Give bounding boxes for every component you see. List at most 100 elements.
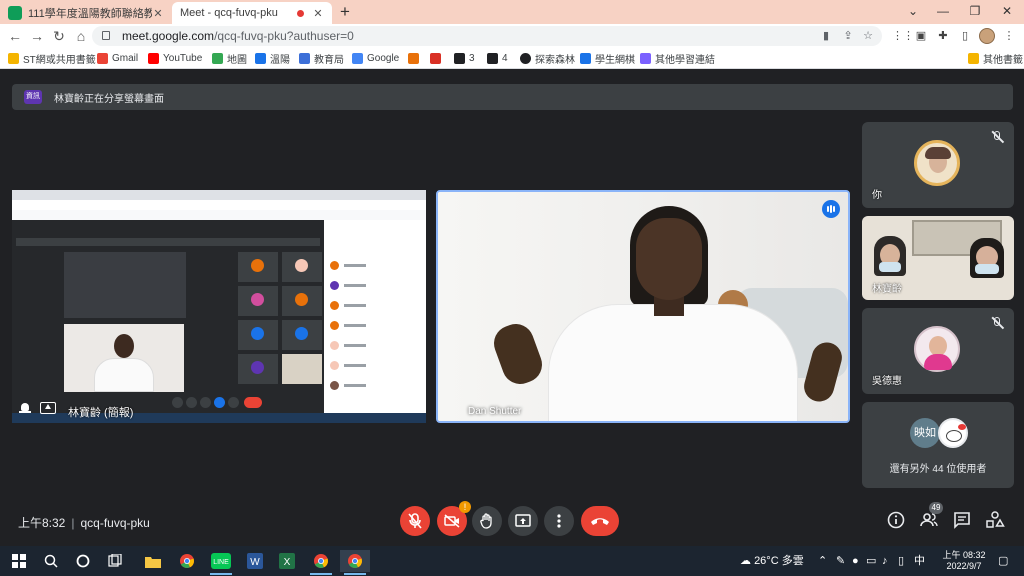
- gmail-icon: [97, 53, 108, 64]
- shared-screen-tile[interactable]: [12, 190, 426, 423]
- others-tile[interactable]: 映如 還有另外 44 位使用者: [862, 402, 1014, 488]
- bookmark-item[interactable]: 4: [487, 51, 508, 66]
- leave-call-button[interactable]: [581, 506, 619, 536]
- more-options-button[interactable]: [544, 506, 574, 536]
- battery-icon[interactable]: ▯: [898, 546, 904, 576]
- other-bookmarks[interactable]: 其他書籤: [968, 51, 1023, 66]
- avatar: [914, 326, 960, 372]
- raise-hand-button[interactable]: [472, 506, 502, 536]
- active-speaker-tile[interactable]: Dan Shutter: [436, 190, 850, 423]
- pin-icon[interactable]: [18, 403, 32, 415]
- extension-icon[interactable]: ▣: [914, 29, 928, 43]
- meeting-time: 上午8:32: [18, 516, 66, 530]
- mic-off-icon: [408, 513, 422, 529]
- task-view-icon[interactable]: [100, 550, 130, 572]
- sidepanel-icon[interactable]: ▯: [958, 29, 972, 43]
- network-icon[interactable]: ▭: [866, 546, 876, 576]
- search-icon[interactable]: [36, 550, 66, 572]
- chrome-icon[interactable]: [340, 550, 370, 575]
- forward-arrow-icon[interactable]: →: [26, 24, 48, 48]
- close-icon[interactable]: ✕: [312, 7, 324, 20]
- present-now-button[interactable]: [508, 506, 538, 536]
- shared-nested-screen: [64, 252, 186, 318]
- star-icon[interactable]: ☆: [862, 30, 874, 42]
- mic-icon[interactable]: ●: [852, 546, 859, 576]
- bookmark-item[interactable]: [408, 51, 423, 66]
- grid-cell: [238, 320, 278, 350]
- notification-icon[interactable]: ▢: [998, 546, 1008, 576]
- excel-icon[interactable]: X: [272, 550, 302, 572]
- grid-cell: [282, 252, 322, 282]
- bookmark-item[interactable]: 教育局: [299, 51, 344, 66]
- bookmark-item[interactable]: ST網或共用書籤: [8, 51, 96, 66]
- face: [114, 334, 134, 358]
- bookmark-item[interactable]: 溫陽: [255, 51, 290, 66]
- browser-toolbar: ← → ↻ ⌂ meet.google.com/qcq-fuvq-pku?aut…: [0, 24, 1024, 48]
- camera-icon[interactable]: ▮: [820, 30, 832, 42]
- activities-icon[interactable]: [985, 510, 1005, 530]
- cortana-icon[interactable]: [68, 550, 98, 572]
- pen-icon[interactable]: ✎: [836, 546, 845, 576]
- bookmark-item[interactable]: [430, 51, 445, 66]
- svg-text:LINE: LINE: [213, 559, 229, 566]
- grid-cell: [282, 286, 322, 316]
- chrome-icon[interactable]: [306, 550, 336, 575]
- share-icon[interactable]: ⇪: [842, 30, 854, 42]
- browser-tab-classroom[interactable]: 111學年度溫陽教師聯絡教室 ✕: [0, 2, 172, 24]
- panel-row: [330, 340, 420, 352]
- camera-toggle-button[interactable]: !: [437, 501, 471, 536]
- reload-icon[interactable]: ↻: [48, 24, 70, 48]
- windows-start-icon[interactable]: [4, 550, 34, 572]
- close-window-button[interactable]: ✕: [990, 0, 1024, 24]
- mic-off-icon: [990, 316, 1005, 330]
- home-icon[interactable]: ⌂: [70, 24, 92, 48]
- info-icon[interactable]: [886, 510, 906, 530]
- weather-widget[interactable]: ☁ 26°C 多雲: [740, 546, 804, 576]
- menu-dots-icon[interactable]: ⋮: [1002, 29, 1016, 43]
- avatar: [295, 293, 308, 306]
- new-tab-button[interactable]: +: [340, 2, 350, 22]
- participant-tile[interactable]: 吳德惠: [862, 308, 1014, 394]
- chat-icon[interactable]: [952, 510, 972, 530]
- minimize-button[interactable]: —: [926, 0, 960, 24]
- bookmark-item[interactable]: Google: [352, 51, 399, 66]
- browser-tab-meet[interactable]: Meet - qcq-fuvq-pku ✕: [172, 2, 332, 86]
- volume-icon[interactable]: ♪: [882, 546, 888, 576]
- puzzle-icon[interactable]: ✚: [936, 29, 950, 43]
- bookmark-item[interactable]: 探索森林: [520, 51, 575, 66]
- maximize-button[interactable]: ❐: [958, 0, 992, 24]
- word-icon[interactable]: W: [240, 550, 270, 572]
- grid-cell: [238, 354, 278, 384]
- taskbar-clock[interactable]: 上午 08:32 2022/9/7: [936, 550, 992, 572]
- bookmark-item[interactable]: 其他學習連結: [640, 51, 715, 66]
- participant-tile-camera[interactable]: 林寶齡: [862, 216, 1014, 300]
- tray-chevron-icon[interactable]: ⌃: [818, 546, 827, 576]
- bookmark-item[interactable]: 地圖: [212, 51, 247, 66]
- mic-toggle-button[interactable]: [400, 506, 430, 536]
- line-icon[interactable]: LINE: [206, 550, 236, 575]
- address-bar[interactable]: meet.google.com/qcq-fuvq-pku?authuser=0 …: [92, 26, 882, 46]
- ime-icon[interactable]: 中: [914, 546, 925, 576]
- file-explorer-icon[interactable]: [138, 550, 168, 572]
- bookmark-item[interactable]: 3: [454, 51, 475, 66]
- classroom-icon: [8, 6, 22, 20]
- speaking-indicator-icon: [822, 200, 840, 218]
- presenter-label: 林寶齡 (簡報): [68, 407, 134, 419]
- recording-dot-icon: [297, 9, 304, 17]
- chrome-icon[interactable]: [172, 550, 202, 572]
- others-count-text: 還有另外 44 位使用者: [889, 464, 987, 475]
- close-icon[interactable]: ✕: [152, 7, 164, 20]
- hello-kitty-avatar: [938, 418, 968, 448]
- bookmark-item[interactable]: 學生網棋: [580, 51, 635, 66]
- bookmark-item[interactable]: YouTube: [148, 51, 202, 66]
- back-arrow-icon[interactable]: ←: [4, 24, 26, 48]
- shared-tab-strip: [12, 190, 426, 200]
- profile-avatar[interactable]: [979, 28, 995, 44]
- panel-row: [330, 320, 420, 332]
- participant-tile-self[interactable]: 你: [862, 122, 1014, 208]
- bookmarks-bar: ST網或共用書籤 Gmail YouTube 地圖 溫陽 教育局 Google …: [0, 48, 1024, 69]
- bookmark-item[interactable]: Gmail: [97, 51, 138, 66]
- apps-grid-icon[interactable]: ⋮⋮: [892, 29, 914, 43]
- tab-search-chevron-icon[interactable]: ⌄: [896, 0, 930, 24]
- camera-off-icon: [444, 514, 460, 528]
